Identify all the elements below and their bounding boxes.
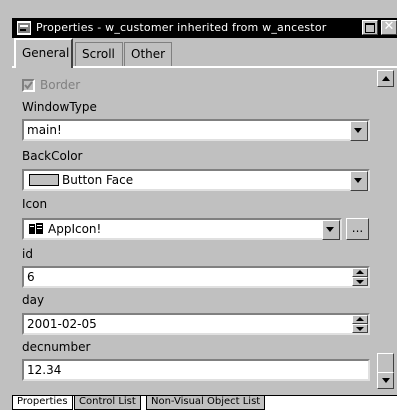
backcolor-value: Button Face bbox=[62, 173, 134, 187]
border-label: Border bbox=[40, 78, 81, 92]
border-checkbox[interactable] bbox=[22, 79, 35, 92]
id-value: 6 bbox=[27, 270, 35, 284]
decnumber-label: decnumber bbox=[22, 340, 91, 354]
chevron-down-icon[interactable] bbox=[322, 220, 340, 240]
spin-buttons[interactable] bbox=[352, 268, 368, 286]
day-spinner[interactable]: 2001-02-05 bbox=[22, 313, 370, 335]
windowtype-value: main! bbox=[27, 123, 62, 137]
app-icon bbox=[28, 222, 44, 239]
title-bar[interactable]: Properties - w_customer inherited from w… bbox=[12, 18, 397, 38]
scroll-thumb[interactable] bbox=[377, 353, 394, 373]
properties-window: Properties - w_customer inherited from w… bbox=[0, 0, 397, 410]
spin-down-icon[interactable] bbox=[352, 277, 368, 286]
close-icon[interactable]: ✕ bbox=[381, 20, 397, 35]
backcolor-select[interactable]: Button Face bbox=[22, 169, 370, 191]
tab-non-visual-object-list[interactable]: Non-Visual Object List bbox=[146, 396, 266, 410]
browse-button[interactable]: ... bbox=[346, 218, 369, 240]
chevron-down-icon[interactable] bbox=[350, 121, 368, 141]
tab-scroll[interactable]: Scroll bbox=[75, 42, 123, 66]
tab-other[interactable]: Other bbox=[124, 42, 172, 66]
chevron-down-icon[interactable] bbox=[350, 171, 368, 191]
id-label: id bbox=[22, 247, 33, 261]
decnumber-value: 12.34 bbox=[27, 363, 62, 377]
scroll-up-icon[interactable] bbox=[377, 70, 394, 87]
day-label: day bbox=[22, 293, 45, 307]
spin-down-icon[interactable] bbox=[352, 324, 368, 333]
maximize-icon[interactable] bbox=[362, 20, 378, 35]
icon-value: AppIcon! bbox=[48, 222, 102, 236]
bottom-tab-strip: Properties Control List Non-Visual Objec… bbox=[12, 395, 397, 410]
scroll-down-icon[interactable] bbox=[377, 372, 394, 389]
window-title: Properties - w_customer inherited from w… bbox=[36, 21, 327, 34]
windowtype-select[interactable]: main! bbox=[22, 119, 370, 141]
decnumber-field[interactable]: 12.34 bbox=[22, 359, 370, 381]
id-spinner[interactable]: 6 bbox=[22, 266, 370, 288]
spin-buttons[interactable] bbox=[352, 315, 368, 333]
icon-label: Icon bbox=[22, 197, 48, 211]
tab-general[interactable]: General bbox=[14, 38, 73, 68]
day-value: 2001-02-05 bbox=[27, 317, 97, 331]
spin-up-icon[interactable] bbox=[352, 268, 368, 277]
tab-properties[interactable]: Properties bbox=[12, 396, 73, 410]
backcolor-label: BackColor bbox=[22, 149, 83, 163]
vertical-scrollbar[interactable] bbox=[377, 70, 394, 389]
tab-control-list[interactable]: Control List bbox=[74, 396, 141, 410]
windowtype-label: WindowType bbox=[22, 100, 97, 114]
properties-icon bbox=[16, 20, 32, 36]
icon-select[interactable]: AppIcon! bbox=[22, 218, 342, 240]
color-swatch bbox=[29, 174, 59, 186]
spin-up-icon[interactable] bbox=[352, 315, 368, 324]
